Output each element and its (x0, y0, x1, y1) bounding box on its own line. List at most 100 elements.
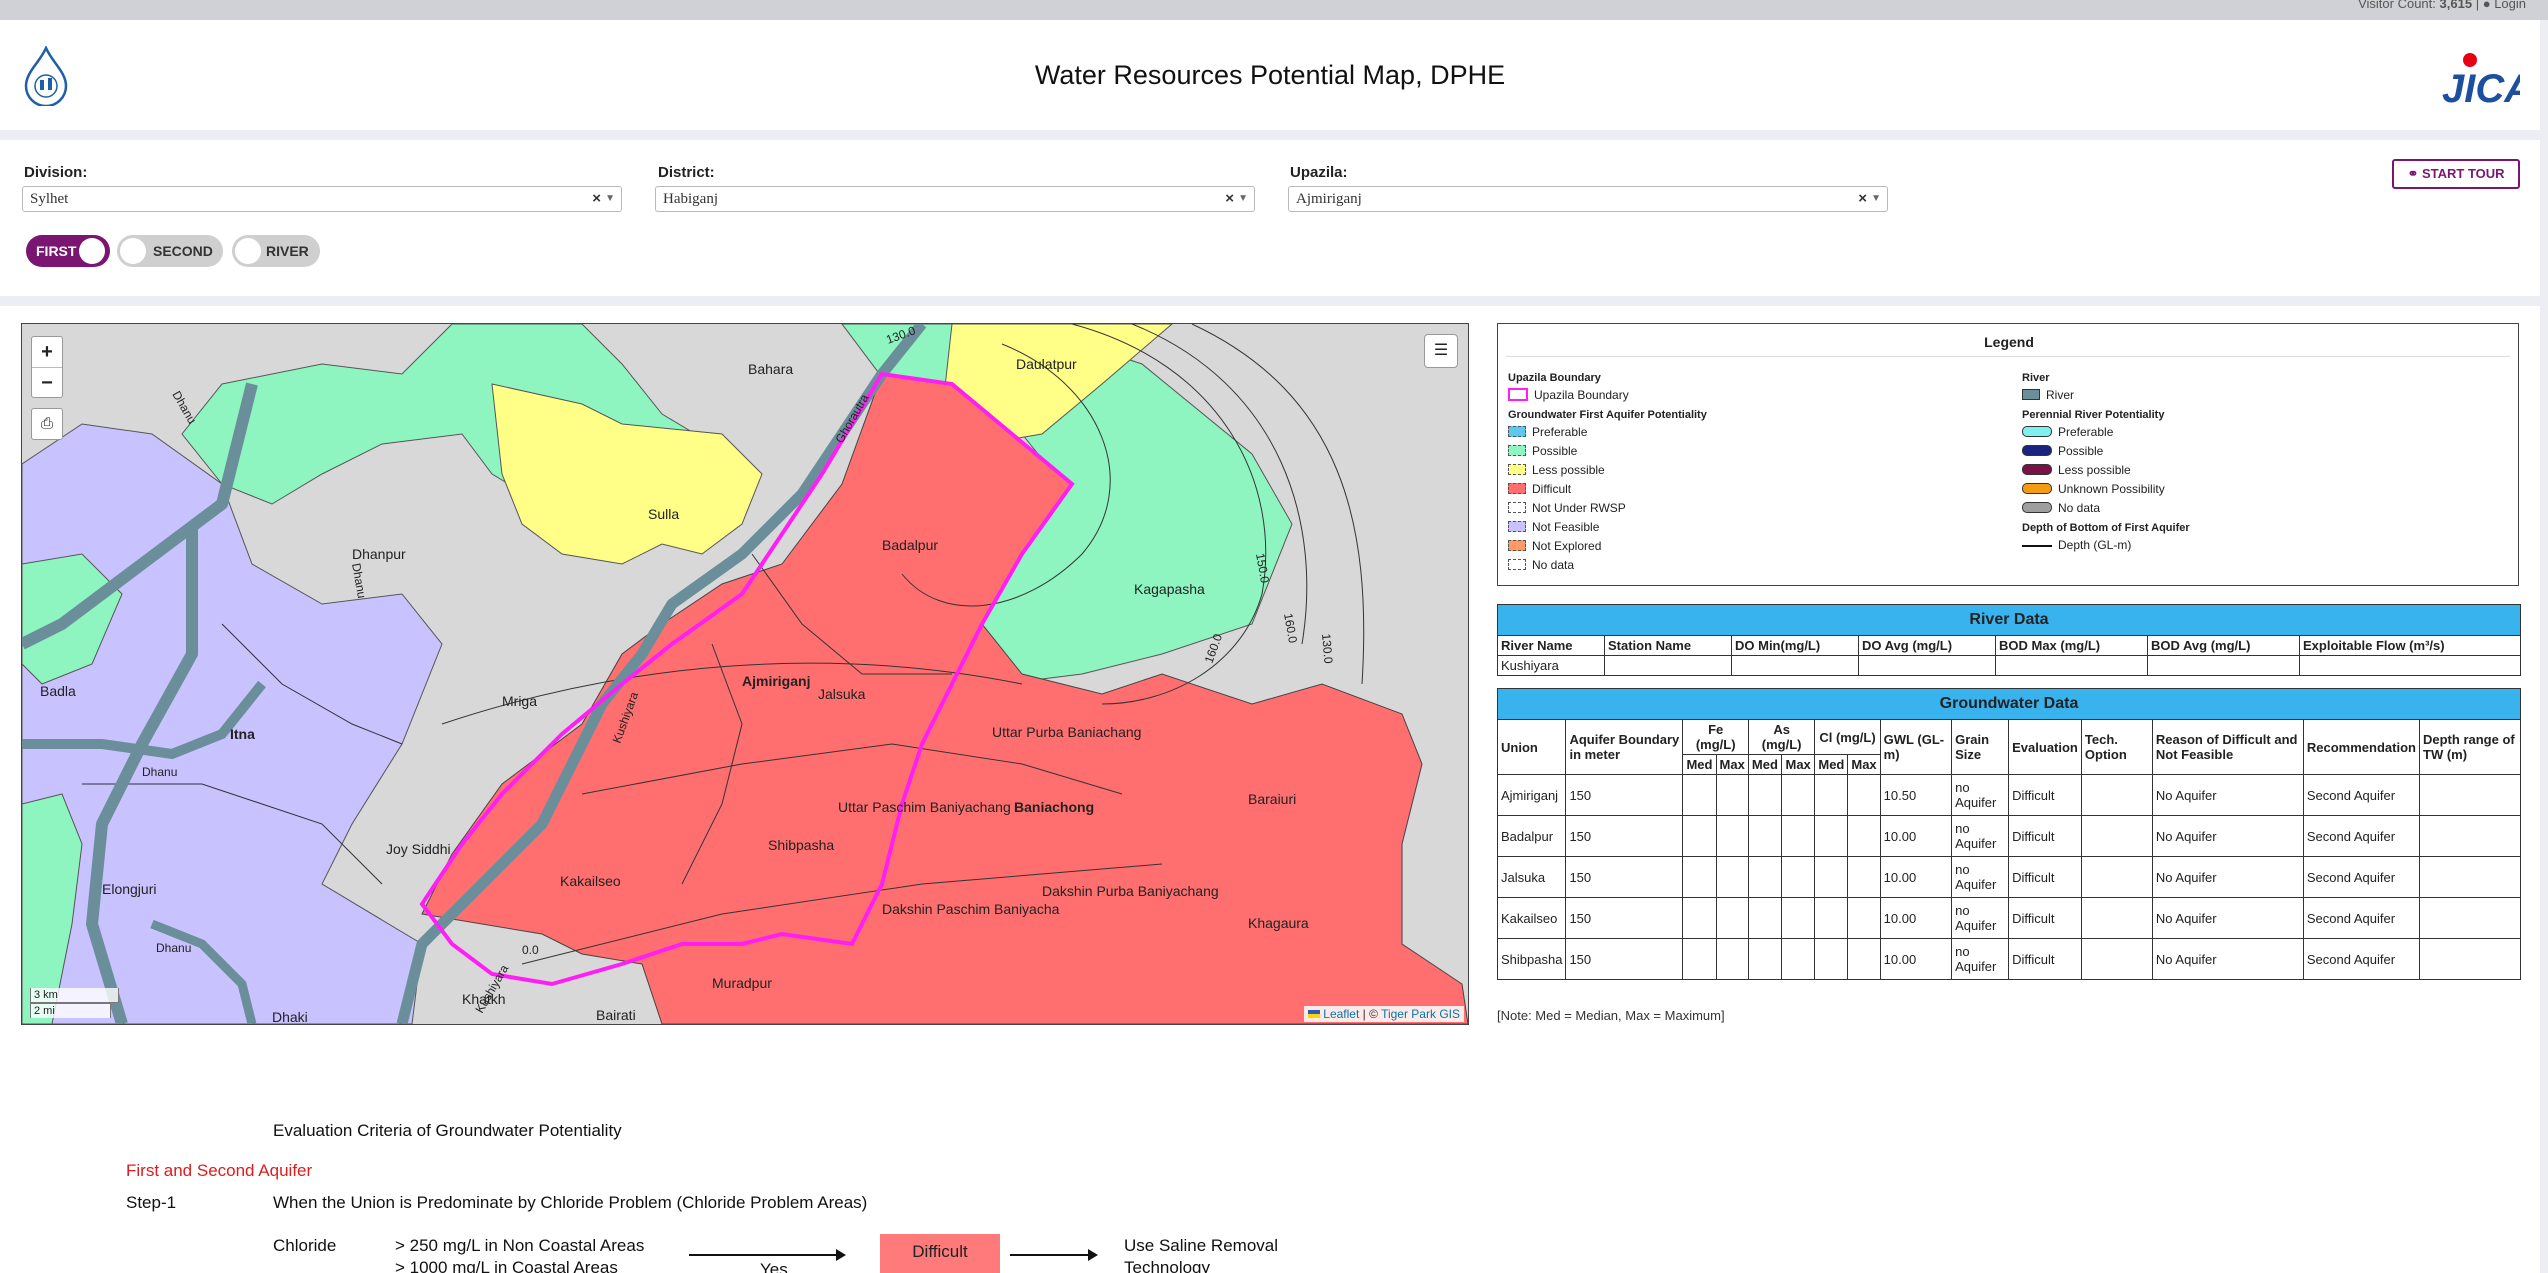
table-cell: No Aquifer (2151, 856, 2304, 898)
toggle-knob (235, 238, 261, 264)
table-cell: 150 (1565, 774, 1684, 816)
legend-title: Legend (1984, 334, 2034, 350)
map-attribution: Leaflet | © Tiger Park GIS (1303, 1006, 1464, 1022)
layers-icon[interactable]: ☰ (1424, 334, 1458, 368)
table-cell (1814, 897, 1849, 939)
legend-item: Less possible (1508, 461, 1707, 480)
table-cell (1682, 938, 1717, 980)
map-label: Dakshin Paschim Baniyacha (882, 901, 1060, 917)
table-cell: 10.00 (1879, 938, 1953, 980)
table-cell (1814, 856, 1849, 898)
toggle-river[interactable]: RIVER (232, 235, 320, 267)
table-cell: Second Aquifer (2302, 856, 2421, 898)
table-cell: Difficult (2008, 856, 2082, 898)
table-cell: No Aquifer (2151, 815, 2304, 857)
column-header: Recommendation (2302, 719, 2421, 775)
table-cell (1731, 655, 1859, 676)
legend-item: Unknown Possibility (2022, 480, 2190, 499)
table-cell: Difficult (2008, 938, 2082, 980)
print-icon[interactable]: ⎙ (31, 408, 63, 440)
upazila-clear-icon[interactable]: × (1858, 187, 1867, 211)
column-header: GWL (GL-m) (1879, 719, 1953, 775)
start-tour-button[interactable]: ⚭ START TOUR (2392, 159, 2520, 189)
legend-section: Groundwater First Aquifer Potentiality (1508, 409, 1707, 421)
top-bar: Visitor Count: 3,615 | ● Login (0, 0, 2548, 20)
table-cell (1715, 774, 1749, 816)
map-label: Dhanpur (352, 546, 406, 562)
chevron-down-icon[interactable]: ▼ (1238, 187, 1248, 211)
main-content: Bahara Daulatpur Sulla Dhanpur Badalpur … (0, 306, 2540, 1273)
groundwater-table-body: Ajmiriganj 150 10.50 no Aquifer Difficult No … (1496, 774, 2521, 980)
division-clear-icon[interactable]: × (592, 187, 601, 211)
column-header: BOD Avg (mg/L) (2147, 635, 2300, 656)
column-header: Cl (mg/L) (1814, 719, 1881, 755)
table-cell (1847, 774, 1881, 816)
table-cell: Jalsuka (1496, 856, 1567, 898)
legend-item: Preferable (1508, 423, 1707, 442)
evaluation-step: Step-1 (126, 1193, 177, 1212)
legend-section: Perennial River Potentiality (2022, 409, 2165, 421)
contour-label: 0.0 (522, 943, 539, 957)
district-clear-icon[interactable]: × (1225, 187, 1234, 211)
map-view[interactable]: Bahara Daulatpur Sulla Dhanpur Badalpur … (21, 323, 1469, 1025)
zoom-out-button[interactable]: − (32, 368, 62, 398)
toggle-second[interactable]: SECOND (117, 235, 223, 267)
legend-swatch (1508, 521, 1526, 533)
toggle-river-label: RIVER (266, 243, 309, 259)
table-cell: 150 (1565, 856, 1684, 898)
chevron-down-icon[interactable]: ▼ (1871, 187, 1881, 211)
login-link[interactable]: Login (2494, 0, 2526, 11)
visitor-info: Visitor Count: 3,615 | ● Login (2358, 0, 2526, 11)
chevron-down-icon[interactable]: ▼ (605, 187, 615, 211)
legend-item: Possible (2022, 442, 2190, 461)
tiger-park-link[interactable]: Tiger Park GIS (1381, 1007, 1460, 1021)
jica-logo: JICA (2440, 50, 2533, 111)
table-cell (1682, 815, 1717, 857)
table-cell: 10.50 (1879, 774, 1953, 816)
legend-swatch (1508, 445, 1526, 457)
column-header: Med (1814, 754, 1849, 775)
table-cell: Kushiyara (1497, 655, 1605, 676)
criteria-condition: > 250 mg/L in Non Coastal Areas (395, 1236, 645, 1255)
table-cell (1858, 655, 1996, 676)
table-cell: no Aquifer (1951, 774, 2010, 816)
scale-km: 3 km (30, 988, 119, 1003)
column-header: Reason of Difficult and Not Feasible (2151, 719, 2304, 775)
map-canvas[interactable]: Bahara Daulatpur Sulla Dhanpur Badalpur … (22, 324, 1468, 1024)
start-tour-label: START TOUR (2421, 166, 2505, 181)
jica-logo-text: JICA (2442, 67, 2520, 110)
table-cell (1715, 856, 1749, 898)
upazila-label: Upazila: (1290, 164, 1348, 181)
leaflet-link[interactable]: Leaflet (1323, 1007, 1359, 1021)
toggle-first[interactable]: FIRST (26, 235, 110, 267)
map-label: Bahara (748, 361, 793, 377)
filter-panel: Division: Sylhet × ▼ District: Habiganj … (0, 140, 2540, 296)
table-cell (1814, 774, 1849, 816)
zoom-in-button[interactable]: + (32, 337, 62, 368)
district-select[interactable]: Habiganj × ▼ (655, 186, 1255, 212)
map-label: Elongjuri (102, 881, 156, 897)
column-header: Depth range of TW (m) (2419, 719, 2521, 775)
division-select[interactable]: Sylhet × ▼ (22, 186, 622, 212)
table-cell (1747, 897, 1783, 939)
table-cell (2080, 897, 2153, 939)
legend-swatch (2022, 389, 2040, 401)
table-cell (1682, 856, 1717, 898)
table-cell: 10.00 (1879, 815, 1953, 857)
legend-column-right: River River Perennial River Potentiality… (2022, 368, 2190, 555)
table-cell (2299, 655, 2521, 676)
upazila-select[interactable]: Ajmiriganj × ▼ (1288, 186, 1888, 212)
visitor-count: 3,615 (2439, 0, 2473, 11)
evaluation-title: Evaluation Criteria of Groundwater Poten… (273, 1121, 622, 1140)
toggle-knob (120, 238, 146, 264)
action-text: Technology (1124, 1258, 1211, 1273)
legend-swatch (2022, 502, 2052, 514)
column-header: Max (1847, 754, 1881, 775)
table-cell: no Aquifer (1951, 897, 2010, 939)
river-label: Dhanu (142, 765, 177, 779)
arrow (1010, 1254, 1090, 1256)
legend-swatch (1508, 502, 1526, 514)
table-cell: 10.00 (1879, 856, 1953, 898)
map-label: Dakshin Purba Baniyachang (1042, 883, 1219, 899)
table-cell (1847, 856, 1881, 898)
